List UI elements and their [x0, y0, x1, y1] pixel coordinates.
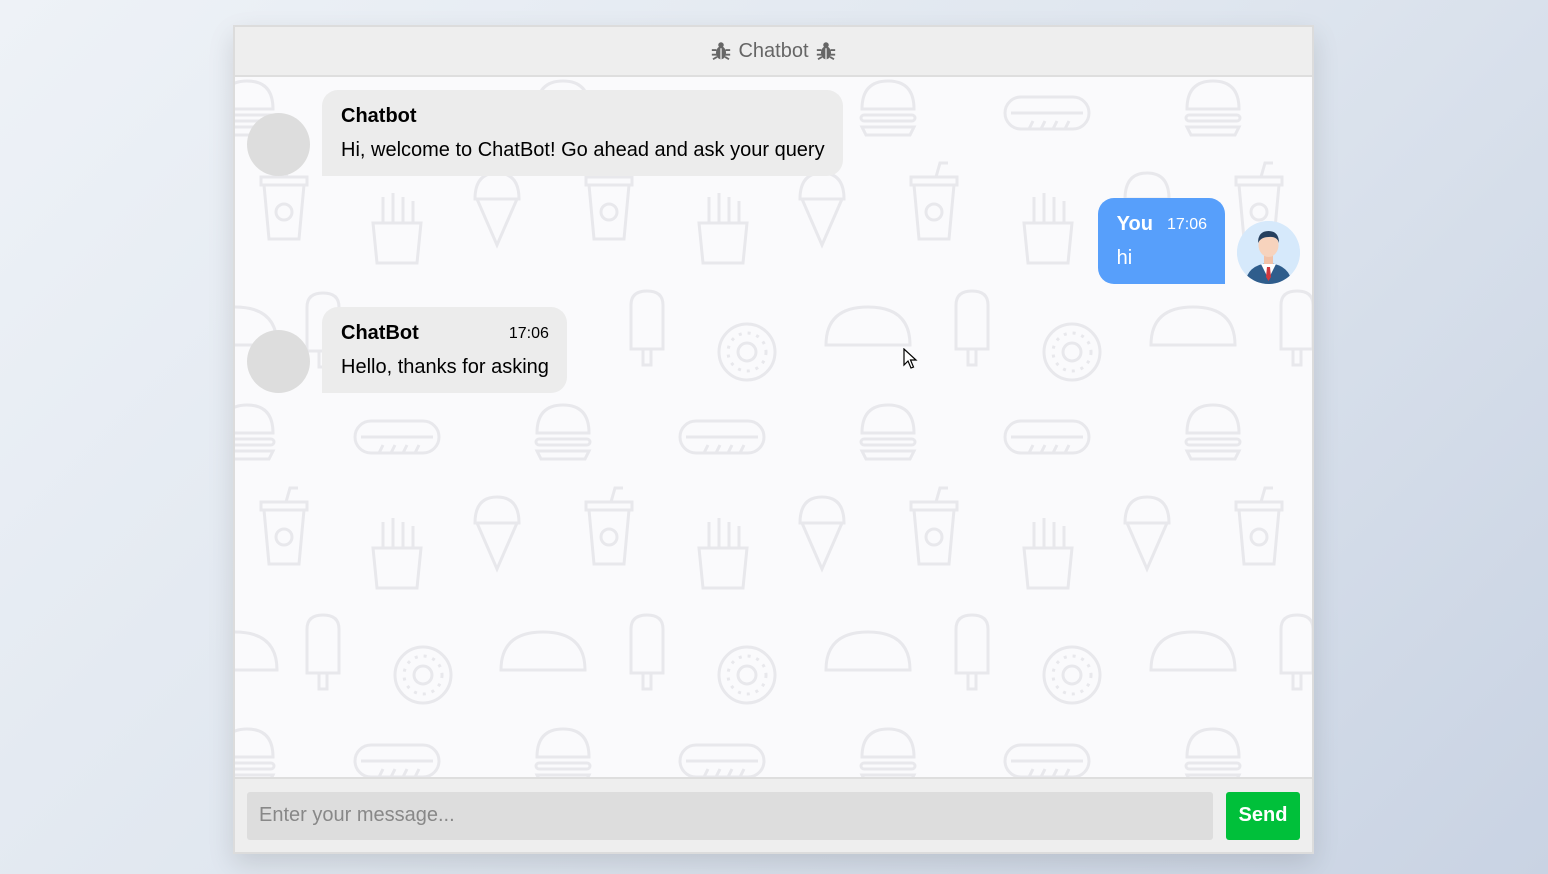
- message-input[interactable]: [247, 791, 1213, 840]
- message-row: You 17:06 hi: [1097, 198, 1300, 284]
- message-text: hi: [1116, 247, 1133, 269]
- send-button[interactable]: Send: [1226, 791, 1300, 840]
- message-time: 17:06: [1166, 215, 1207, 233]
- message-text: Hi, welcome to ChatBot! Go ahead and ask…: [341, 139, 825, 161]
- message-row: ChatBot 17:06 Hello, thanks for asking: [247, 307, 567, 393]
- mouse-cursor-icon: [903, 348, 918, 369]
- bug-icon: [816, 42, 835, 61]
- bot-message-bubble: ChatBot 17:06 Hello, thanks for asking: [322, 307, 567, 393]
- message-header: You 17:06: [1117, 213, 1207, 236]
- message-sender: Chatbot: [341, 105, 417, 127]
- user-avatar: [1237, 221, 1300, 284]
- message-header: ChatBot 17:06: [341, 322, 549, 345]
- message-header: Chatbot: [341, 105, 825, 128]
- message-input-bar: Send: [235, 777, 1312, 852]
- message-row: Chatbot Hi, welcome to ChatBot! Go ahead…: [247, 90, 843, 176]
- bot-avatar: [247, 330, 310, 393]
- message-time: 17:06: [508, 324, 549, 342]
- message-text: Hello, thanks for asking: [341, 356, 549, 378]
- bug-icon: [712, 42, 731, 61]
- businessman-icon: [1237, 221, 1300, 284]
- user-message-bubble: You 17:06 hi: [1097, 198, 1225, 284]
- header-title: Chatbot: [738, 39, 809, 62]
- message-sender: You: [1116, 213, 1153, 235]
- bot-message-bubble: Chatbot Hi, welcome to ChatBot! Go ahead…: [322, 90, 843, 176]
- bot-avatar: [247, 113, 310, 176]
- message-sender: ChatBot: [341, 322, 419, 344]
- food-pattern-background: [235, 79, 1312, 777]
- chat-window: Chatbot Chatbot Hi, welcome to ChatBot! …: [233, 25, 1314, 854]
- chat-messages-area[interactable]: Chatbot Hi, welcome to ChatBot! Go ahead…: [235, 77, 1312, 777]
- chat-header: Chatbot: [235, 27, 1312, 77]
